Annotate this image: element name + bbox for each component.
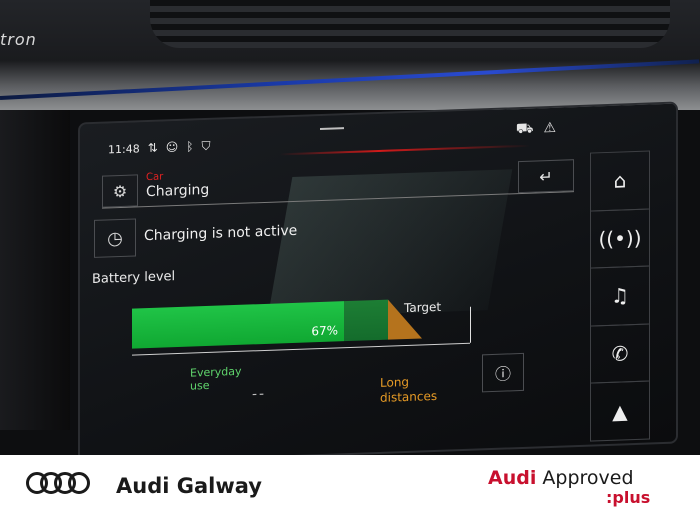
- range-placeholder: --: [252, 385, 267, 403]
- shield-icon: ⛉: [201, 138, 211, 153]
- ring: [68, 472, 90, 494]
- clock: 11:48: [108, 141, 140, 156]
- car-warning-icon[interactable]: ⛟: [516, 121, 534, 140]
- nav-navigation-button[interactable]: ▲: [590, 380, 650, 442]
- back-button[interactable]: ↵: [518, 159, 574, 194]
- battery-bar[interactable]: 67%: [132, 298, 471, 358]
- home-icon: ⌂: [613, 168, 627, 194]
- nav-radio-button[interactable]: ((•)): [590, 208, 650, 269]
- clock-icon: ◷: [107, 227, 123, 249]
- settings-button[interactable]: ⚙: [102, 174, 138, 208]
- pull-down-handle[interactable]: [320, 127, 344, 131]
- navigation-arrow-icon: ▲: [612, 398, 628, 424]
- air-vent: [150, 0, 670, 48]
- battery-level-label: Battery level: [92, 269, 176, 287]
- door-panel: [0, 110, 70, 430]
- radio-antenna-icon: ((•)): [598, 225, 642, 252]
- battery-target-zone: [344, 299, 388, 342]
- everyday-line1: Everyday: [190, 364, 242, 380]
- nav-media-button[interactable]: ♫: [590, 265, 650, 327]
- charging-status: Charging is not active: [144, 222, 298, 245]
- info-button[interactable]: ⓘ: [482, 352, 524, 393]
- target-marker[interactable]: [470, 306, 471, 343]
- long-distances-label: Long distances: [380, 374, 437, 406]
- bluetooth-icon: ᛒ: [186, 139, 194, 154]
- infotainment-screen: 11:48 ⇅ ☺ ᛒ ⛉ ⛟ ⚠ ⚙ Car Charging ↵ ◷ Cha…: [78, 101, 678, 465]
- info-icon: ⓘ: [494, 364, 511, 384]
- approved-text: Approved: [542, 467, 634, 489]
- battery-percent: 67%: [311, 323, 338, 339]
- dealer-name: Audi Galway: [116, 474, 262, 498]
- approved-plus: :plus: [606, 488, 651, 507]
- everyday-line2: use: [190, 378, 210, 393]
- timer-button[interactable]: ◷: [94, 218, 136, 258]
- gear-icon: ⚙: [112, 181, 128, 201]
- etron-badge: tron: [0, 30, 37, 49]
- warning-triangle-icon[interactable]: ⚠: [543, 120, 556, 138]
- network-icon: ⇅: [147, 140, 158, 156]
- long-line2: distances: [380, 388, 438, 405]
- everyday-use-label: Everyday use: [190, 365, 242, 393]
- approved-logo: Audi Approved: [488, 467, 634, 489]
- phone-icon: ✆: [611, 341, 629, 366]
- status-right: ⛟ ⚠: [516, 120, 556, 139]
- breadcrumb: Car: [146, 171, 164, 184]
- battery-fill: 67%: [132, 301, 344, 349]
- page-title: Charging: [146, 181, 210, 201]
- approved-brand: Audi: [488, 467, 537, 489]
- audi-rings-logo: [26, 472, 90, 494]
- back-arrow-icon: ↵: [539, 166, 553, 186]
- header-row: ⚙ Car Charging ↵: [102, 155, 574, 209]
- nav-home-button[interactable]: ⌂: [590, 150, 650, 212]
- dealer-footer: [0, 455, 700, 525]
- person-icon: ☺: [165, 139, 179, 155]
- nav-phone-button[interactable]: ✆: [590, 323, 650, 384]
- nav-rail: ⌂ ((•)) ♫ ✆ ▲: [590, 150, 650, 442]
- music-note-icon: ♫: [611, 283, 629, 309]
- target-label: Target: [404, 299, 442, 316]
